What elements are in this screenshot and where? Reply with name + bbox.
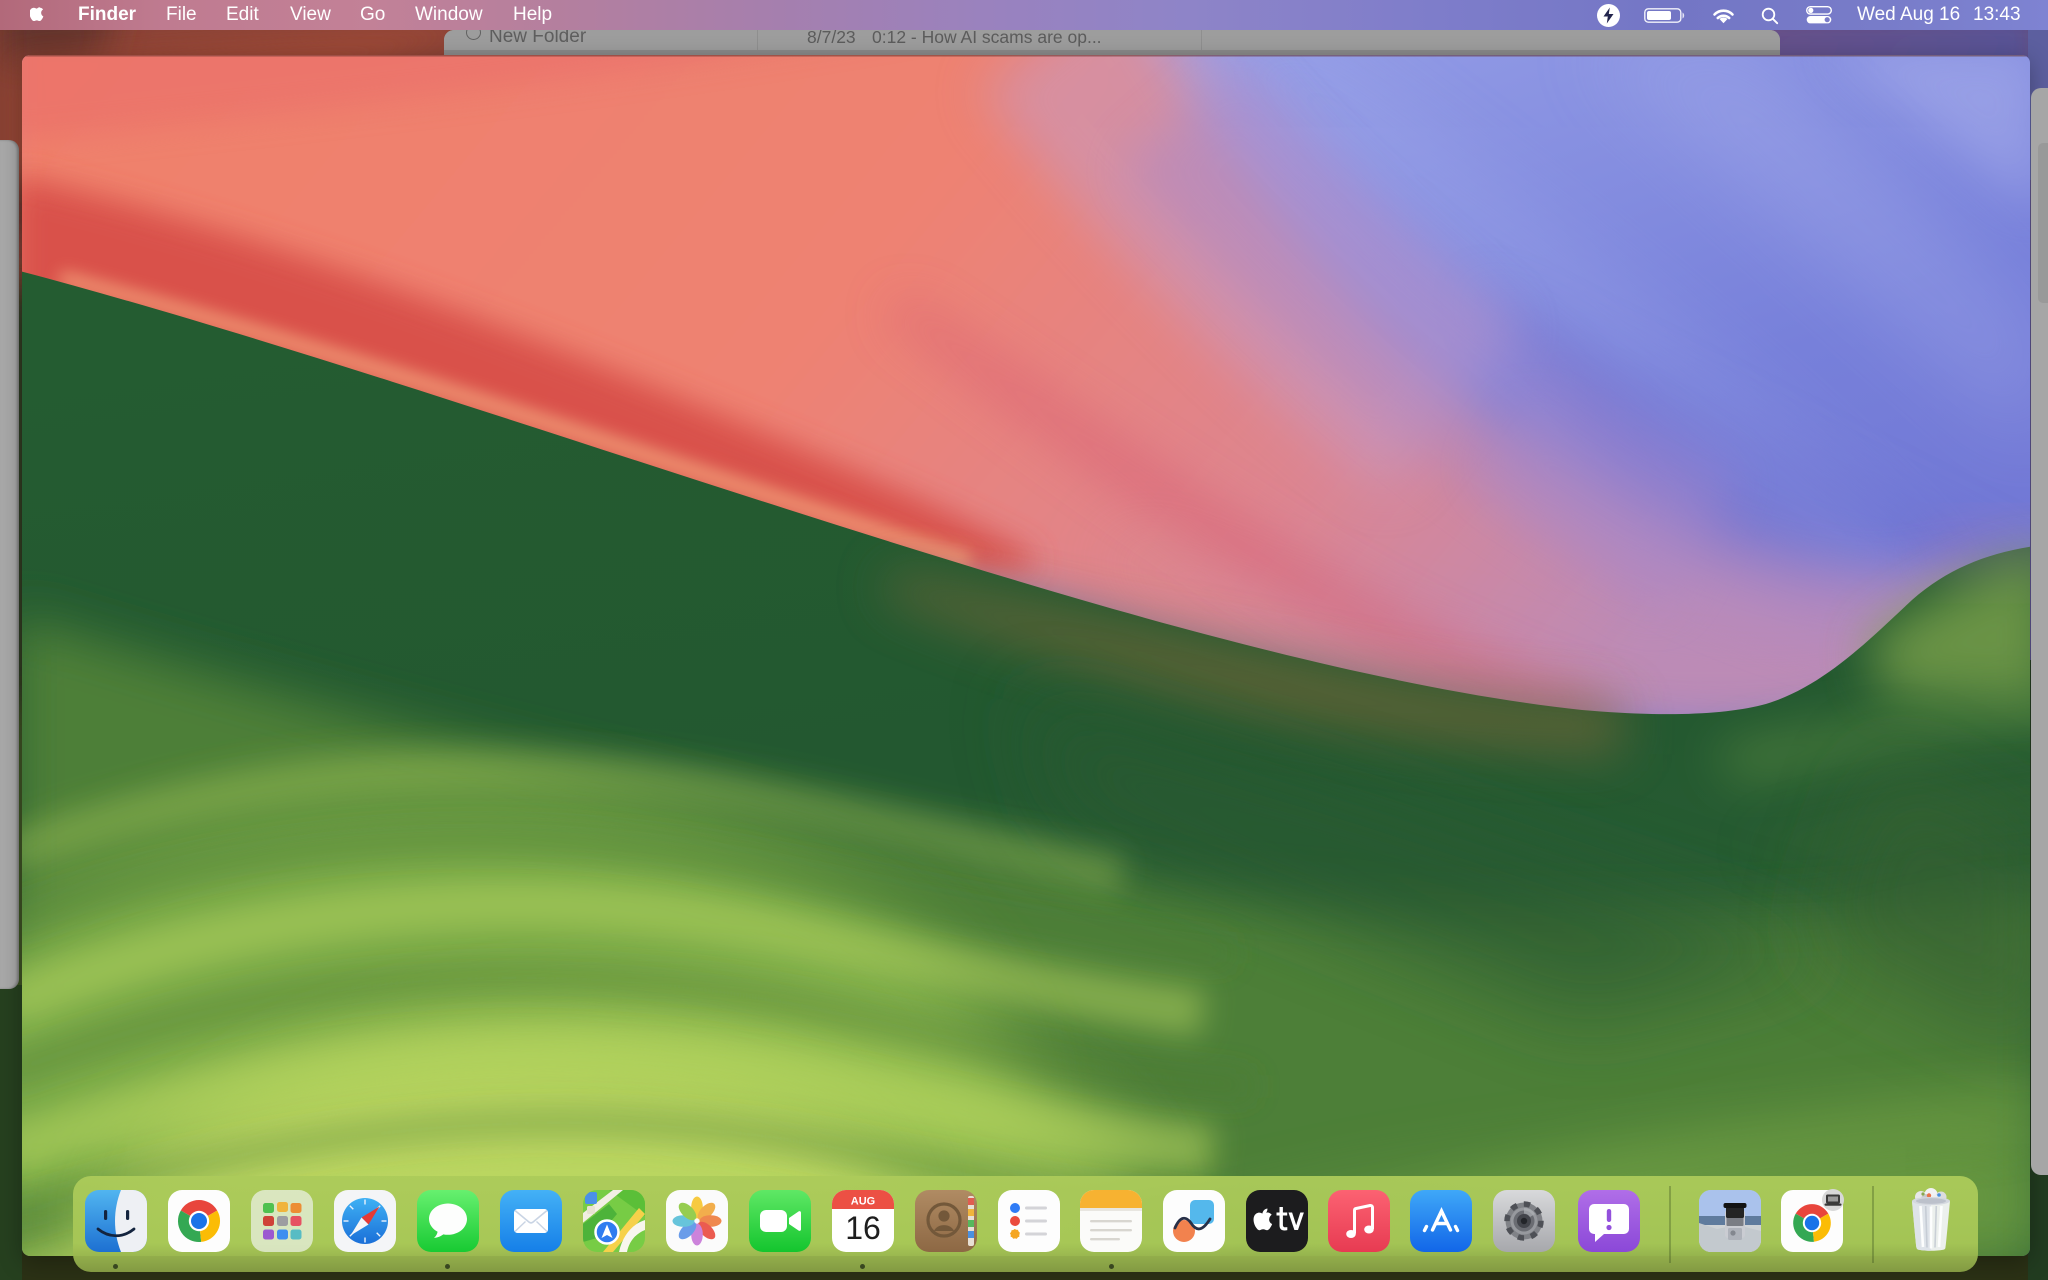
svg-text:16: 16 <box>845 1210 881 1246</box>
svg-text:AUG: AUG <box>851 1196 875 1208</box>
